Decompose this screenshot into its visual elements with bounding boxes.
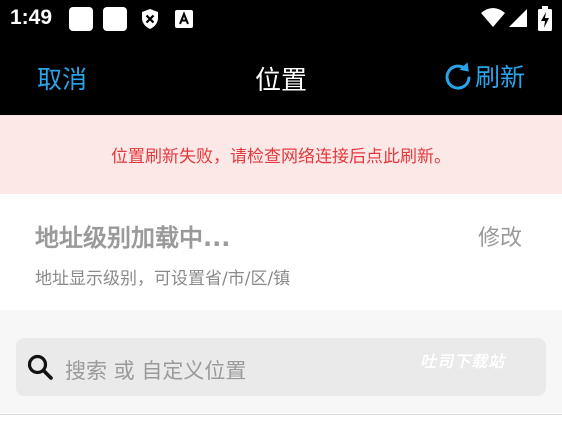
wifi-icon — [480, 6, 506, 34]
search-placeholder: 搜索 或 自定义位置 — [65, 359, 247, 383]
shield-icon — [138, 7, 162, 31]
top-navbar: 取消 位置 刷新 — [0, 38, 562, 115]
search-icon — [26, 353, 54, 385]
error-message: 位置刷新失败，请检查网络连接后点此刷新。 — [111, 147, 451, 167]
refresh-button[interactable]: 刷新 — [443, 58, 525, 94]
address-level-title: 地址级别加载中... — [35, 224, 231, 252]
refresh-icon — [445, 62, 471, 90]
refresh-error-banner[interactable]: 位置刷新失败，请检查网络连接后点此刷新。 — [0, 115, 562, 194]
app-notification-icon — [69, 7, 93, 31]
list-area — [0, 415, 562, 433]
a-badge-icon — [172, 7, 196, 31]
address-level-description: 地址显示级别，可设置省/市/区/镇 — [35, 269, 291, 289]
address-level-card: 地址级别加载中... 修改 地址显示级别，可设置省/市/区/镇 — [0, 194, 562, 310]
search-input[interactable]: 搜索 或 自定义位置 吐司下载站 — [16, 338, 546, 396]
battery-charging-icon — [537, 6, 553, 36]
watermark: 吐司下载站 — [420, 352, 506, 371]
cellular-signal-icon — [508, 6, 528, 34]
app-notification-icon — [103, 7, 127, 31]
status-time: 1:49 — [10, 6, 53, 29]
edit-address-level-button[interactable]: 修改 — [478, 220, 522, 252]
refresh-label: 刷新 — [474, 63, 525, 92]
status-bar: 1:49 — [0, 0, 562, 38]
